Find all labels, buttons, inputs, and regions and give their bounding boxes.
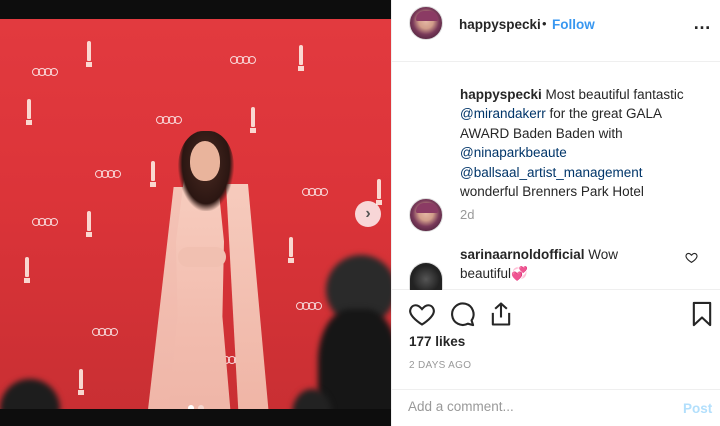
comment-icon[interactable] bbox=[448, 300, 476, 328]
username-link[interactable]: happyspecki bbox=[459, 17, 541, 32]
post-header: happyspecki • Follow … bbox=[392, 0, 720, 62]
mention-link[interactable]: @ninaparkbeaute bbox=[460, 145, 567, 160]
sponsor-logo bbox=[92, 327, 120, 337]
bookmark-icon[interactable] bbox=[688, 300, 716, 328]
award-statue-logo bbox=[376, 179, 382, 205]
add-comment-row: Post bbox=[392, 389, 720, 426]
award-statue-logo bbox=[298, 45, 304, 71]
likes-count[interactable]: 177 likes bbox=[409, 334, 465, 349]
separator-dot: • bbox=[542, 16, 547, 31]
chevron-right-icon[interactable]: › bbox=[355, 201, 381, 227]
caption: happyspecki Most beautiful fantastic @mi… bbox=[392, 62, 720, 234]
post-image[interactable] bbox=[0, 19, 391, 409]
gown-cape bbox=[226, 184, 270, 409]
mention-link[interactable]: @mirandakerr bbox=[460, 106, 546, 121]
sponsor-logo bbox=[32, 217, 60, 227]
award-statue-logo bbox=[150, 161, 156, 187]
avatar[interactable] bbox=[409, 6, 443, 40]
follow-button[interactable]: Follow bbox=[552, 17, 595, 32]
avatar[interactable] bbox=[409, 198, 443, 232]
caption-username[interactable]: happyspecki bbox=[460, 87, 542, 102]
mention-link[interactable]: @ballsaal_artist_management bbox=[460, 165, 643, 180]
comment-text: sarinaarnoldofficial Wow beautiful💞 bbox=[460, 245, 670, 283]
sponsor-logo bbox=[230, 55, 258, 65]
caption-text-part: wonderful Brenners Park Hotel bbox=[460, 184, 644, 200]
post-side-panel: happyspecki • Follow … happyspecki Most … bbox=[391, 0, 720, 426]
add-comment-input[interactable] bbox=[408, 399, 658, 414]
caption-text: happyspecki Most beautiful fantastic @mi… bbox=[460, 85, 708, 201]
post-media[interactable]: › bbox=[0, 0, 391, 426]
foreground-person bbox=[318, 309, 391, 409]
award-statue-logo bbox=[26, 99, 32, 125]
face bbox=[190, 141, 220, 181]
award-statue-logo bbox=[86, 211, 92, 237]
award-statue-logo bbox=[86, 41, 92, 67]
comment-username[interactable]: sarinaarnoldofficial bbox=[460, 247, 585, 262]
comment: sarinaarnoldofficial Wow beautiful💞 bbox=[392, 234, 720, 290]
carousel-dots bbox=[188, 405, 204, 409]
carousel-dot bbox=[198, 405, 204, 409]
post-date[interactable]: 2 DAYS AGO bbox=[409, 360, 471, 371]
post-actions: 177 likes 2 DAYS AGO Post bbox=[392, 290, 720, 426]
avatar[interactable] bbox=[409, 262, 443, 290]
caption-timestamp[interactable]: 2d bbox=[460, 207, 474, 222]
arm bbox=[178, 247, 226, 267]
award-statue-logo bbox=[78, 369, 84, 395]
post-comment-button[interactable]: Post bbox=[683, 401, 712, 416]
more-options-icon[interactable]: … bbox=[693, 14, 712, 32]
sponsor-logo bbox=[156, 115, 184, 125]
sponsor-logo bbox=[95, 169, 123, 179]
carousel-dot-active bbox=[188, 405, 194, 409]
foreground-person bbox=[0, 379, 60, 409]
award-statue-logo bbox=[288, 237, 294, 263]
share-icon[interactable] bbox=[487, 300, 515, 328]
sponsor-logo bbox=[32, 67, 60, 77]
caption-text-part: Most beautiful fantastic bbox=[541, 87, 684, 102]
award-statue-logo bbox=[250, 107, 256, 133]
sponsor-logo bbox=[296, 301, 324, 311]
heart-outline-icon[interactable] bbox=[685, 251, 698, 264]
heart-icon[interactable] bbox=[408, 300, 436, 328]
sponsor-logo bbox=[302, 187, 330, 197]
award-statue-logo bbox=[24, 257, 30, 283]
